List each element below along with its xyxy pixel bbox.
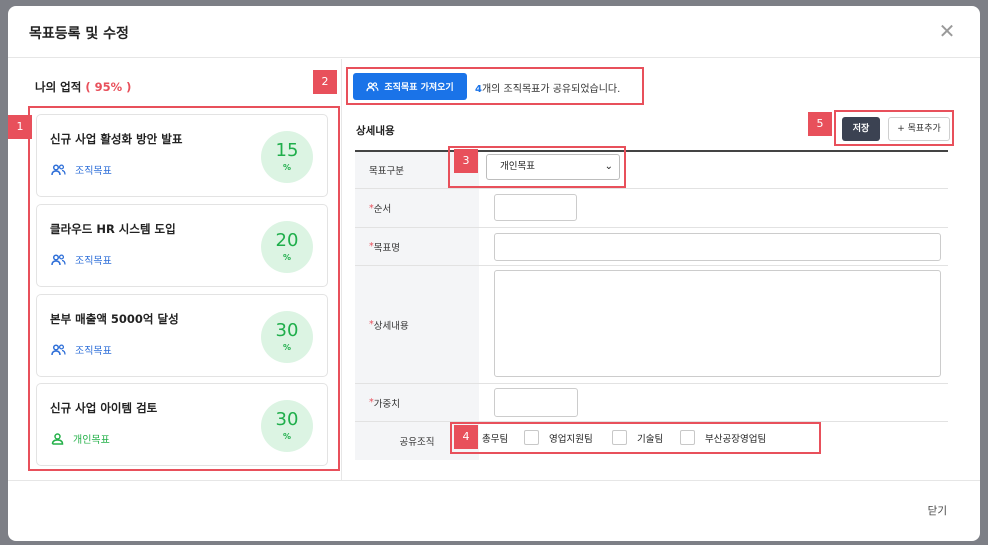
- goal-card[interactable]: 본부 매출액 5000억 달성 조직목표 30 %: [36, 294, 328, 377]
- close-button[interactable]: 닫기: [928, 503, 947, 518]
- progress-value: 30: [275, 320, 299, 341]
- weight-label: * 가중치: [355, 384, 479, 421]
- goal-name-label-text: 목표명: [373, 242, 400, 254]
- goal-list: 신규 사업 활성화 방안 발표 조직목표 15 % 클라우드 HR 시스템 도입…: [28, 106, 340, 471]
- goal-type: 조직목표: [51, 342, 112, 357]
- org-checkbox[interactable]: 기술팀: [612, 430, 663, 445]
- progress-circle: 30 %: [261, 400, 313, 452]
- form-row-category: 목표구분: [355, 152, 948, 189]
- share-org-label-text: 공유조직: [399, 437, 435, 448]
- goal-type: 조직목표: [51, 252, 112, 267]
- close-icon[interactable]: ✕: [936, 20, 958, 42]
- form-row-name: * 목표명: [355, 228, 948, 266]
- goal-card[interactable]: 신규 사업 아이템 검토 개인목표 30 %: [36, 383, 328, 466]
- users-icon: [51, 343, 66, 355]
- share-org-checkboxes: 총무팀 영업지원팀 기술팀 부산공장영업팀: [450, 422, 821, 454]
- goal-category-select[interactable]: 개인목표 ⌄: [486, 154, 620, 180]
- performance-percent: ( 95% ): [85, 80, 132, 94]
- checkbox[interactable]: [612, 430, 627, 445]
- goal-title: 본부 매출액 5000억 달성: [50, 312, 179, 326]
- add-goal-button[interactable]: + 목표추가: [888, 117, 950, 141]
- fetch-org-goals-button[interactable]: 조직목표 가져오기: [353, 73, 467, 100]
- modal-header: 목표등록 및 수정 ✕: [8, 6, 980, 58]
- callout-badge: 2: [313, 70, 337, 94]
- org-label: 총무팀: [482, 433, 509, 445]
- goal-type-label: 조직목표: [75, 256, 112, 267]
- modal-footer: 닫기: [8, 480, 980, 541]
- progress-unit: %: [282, 432, 291, 441]
- progress-circle: 15 %: [261, 131, 313, 183]
- form-row-weight: * 가중치: [355, 384, 948, 422]
- goal-type-label: 개인목표: [73, 435, 110, 446]
- progress-circle: 30 %: [261, 311, 313, 363]
- detail-actions: 저장 + 목표추가: [834, 110, 954, 146]
- fetch-button-label: 조직목표 가져오기: [384, 83, 454, 93]
- org-checkbox[interactable]: 영업지원팀: [524, 430, 593, 445]
- goal-type-label: 조직목표: [75, 346, 112, 357]
- detail-label-text: 상세내용: [373, 320, 409, 332]
- org-checkbox[interactable]: 부산공장영업팀: [680, 430, 766, 445]
- progress-value: 15: [275, 140, 299, 161]
- goal-form: 목표구분 * 순서 * 목표명 * 상세내용 * 가중치 공유조직: [355, 150, 948, 460]
- form-row-detail: * 상세내용: [355, 266, 948, 384]
- goal-category-value: 개인목표: [500, 161, 535, 172]
- progress-value: 20: [275, 230, 299, 251]
- org-label: 부산공장영업팀: [705, 433, 767, 445]
- callout-badge: 5: [808, 112, 832, 136]
- progress-circle: 20 %: [261, 221, 313, 273]
- org-label: 영업지원팀: [549, 433, 593, 445]
- goal-card[interactable]: 클라우드 HR 시스템 도입 조직목표 20 %: [36, 204, 328, 287]
- category-label-text: 목표구분: [369, 166, 404, 177]
- my-performance-panel: 나의 업적 ( 95% ) 신규 사업 활성화 방안 발표 조직목표 15 % …: [8, 59, 342, 480]
- callout-badge: 3: [454, 149, 478, 173]
- goal-modal: 목표등록 및 수정 ✕ 나의 업적 ( 95% ) 신규 사업 활성화 방안 발…: [8, 6, 980, 541]
- goal-type-label: 조직목표: [75, 166, 112, 177]
- goal-name-label: * 목표명: [355, 228, 479, 265]
- goal-title: 신규 사업 활성화 방안 발표: [50, 132, 183, 146]
- goal-type: 조직목표: [51, 162, 112, 177]
- users-icon: [51, 253, 66, 265]
- save-button[interactable]: 저장: [842, 117, 880, 141]
- org-label: 기술팀: [637, 433, 664, 445]
- users-icon: [51, 163, 66, 175]
- checkbox[interactable]: [680, 430, 695, 445]
- fetch-info: 4개의 조직목표가 공유되었습니다.: [475, 80, 620, 95]
- goal-card[interactable]: 신규 사업 활성화 방안 발표 조직목표 15 %: [36, 114, 328, 197]
- detail-textarea[interactable]: [494, 270, 941, 377]
- users-icon: [366, 81, 379, 91]
- goal-title: 클라우드 HR 시스템 도입: [50, 222, 176, 236]
- detail-label: * 상세내용: [355, 266, 479, 383]
- weight-label-text: 가중치: [373, 398, 400, 410]
- fetch-org-goals-area: 조직목표 가져오기 4개의 조직목표가 공유되었습니다.: [346, 67, 644, 105]
- order-input[interactable]: [494, 194, 577, 221]
- progress-unit: %: [282, 163, 291, 172]
- progress-unit: %: [282, 343, 291, 352]
- callout-badge: 1: [8, 115, 32, 139]
- goal-type: 개인목표: [51, 431, 110, 446]
- checkbox[interactable]: [524, 430, 539, 445]
- order-label: * 순서: [355, 189, 479, 227]
- progress-unit: %: [282, 253, 291, 262]
- weight-input[interactable]: [494, 388, 578, 417]
- order-label-text: 순서: [373, 204, 392, 215]
- shared-info-text: 개의 조직목표가 공유되었습니다.: [481, 84, 621, 95]
- shared-count: 4: [475, 84, 482, 95]
- user-icon: [51, 432, 64, 445]
- goal-title: 신규 사업 아이템 검토: [50, 401, 158, 415]
- form-row-order: * 순서: [355, 189, 948, 228]
- modal-title: 목표등록 및 수정: [29, 26, 129, 42]
- detail-section-title: 상세내용: [356, 125, 395, 137]
- goal-name-input[interactable]: [494, 233, 941, 261]
- performance-label: 나의 업적 ( 95% ): [35, 79, 131, 95]
- chevron-down-icon: ⌄: [604, 161, 613, 172]
- progress-value: 30: [275, 409, 299, 430]
- performance-title: 나의 업적: [35, 80, 82, 94]
- callout-badge: 4: [454, 425, 478, 449]
